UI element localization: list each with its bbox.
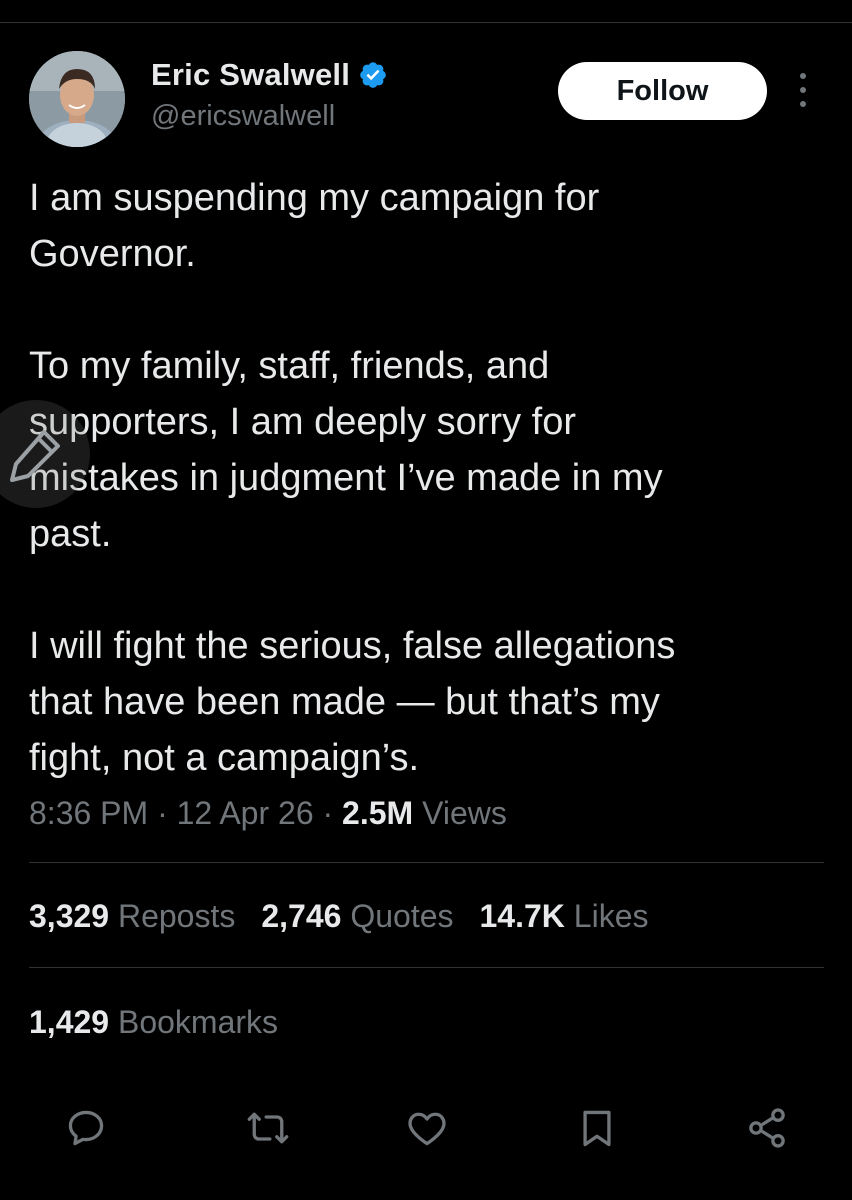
- verified-badge-icon: [360, 62, 386, 88]
- bookmark-icon[interactable]: [575, 1106, 619, 1150]
- reposts-count: 3,329: [29, 898, 110, 934]
- author-handle[interactable]: @ericswalwell: [151, 100, 335, 133]
- tweet-time[interactable]: 8:36 PM: [29, 795, 148, 831]
- share-icon[interactable]: [745, 1106, 789, 1150]
- reply-icon[interactable]: [64, 1106, 108, 1150]
- divider: [29, 967, 824, 968]
- repost-icon[interactable]: [246, 1106, 290, 1150]
- quotes-stat[interactable]: 2,746 Quotes: [261, 898, 453, 934]
- compose-pencil-icon: [10, 430, 60, 482]
- engagement-stats: 3,329 Reposts 2,746 Quotes 14.7K Likes: [29, 898, 674, 935]
- views-count: 2.5M: [342, 795, 414, 831]
- meta-separator: ·: [313, 795, 343, 831]
- tweet-paragraph: To my family, staff, friends, and suppor…: [29, 345, 663, 555]
- tweet-date[interactable]: 12 Apr 26: [177, 795, 314, 831]
- likes-label: Likes: [564, 898, 649, 934]
- more-vertical-icon[interactable]: [788, 68, 818, 112]
- divider: [29, 862, 824, 863]
- top-divider: [0, 22, 852, 23]
- bookmarks-stat[interactable]: 1,429 Bookmarks: [29, 1004, 278, 1041]
- avatar[interactable]: [29, 51, 125, 147]
- author-display-name[interactable]: Eric Swalwell: [151, 57, 350, 93]
- quotes-label: Quotes: [341, 898, 454, 934]
- quotes-count: 2,746: [261, 898, 342, 934]
- tweet-meta: 8:36 PM · 12 Apr 26 · 2.5M Views: [29, 795, 507, 832]
- meta-separator: ·: [148, 795, 177, 831]
- likes-stat[interactable]: 14.7K Likes: [480, 898, 649, 934]
- likes-count: 14.7K: [479, 898, 565, 934]
- tweet-text: I am suspending my campaign for Governor…: [29, 170, 829, 786]
- avatar-image: [29, 51, 125, 147]
- views-label: Views: [413, 795, 507, 831]
- author-name-row[interactable]: Eric Swalwell: [151, 57, 388, 93]
- bookmarks-count: 1,429: [29, 1004, 110, 1040]
- follow-button[interactable]: Follow: [558, 62, 767, 120]
- tweet-paragraph: I am suspending my campaign for Governor…: [29, 177, 600, 275]
- bookmarks-label: Bookmarks: [109, 1004, 279, 1040]
- heart-icon[interactable]: [405, 1106, 449, 1150]
- compose-button[interactable]: [0, 400, 90, 508]
- reposts-stat[interactable]: 3,329 Reposts: [29, 898, 235, 934]
- tweet-paragraph: I will fight the serious, false allegati…: [29, 625, 676, 779]
- reposts-label: Reposts: [109, 898, 236, 934]
